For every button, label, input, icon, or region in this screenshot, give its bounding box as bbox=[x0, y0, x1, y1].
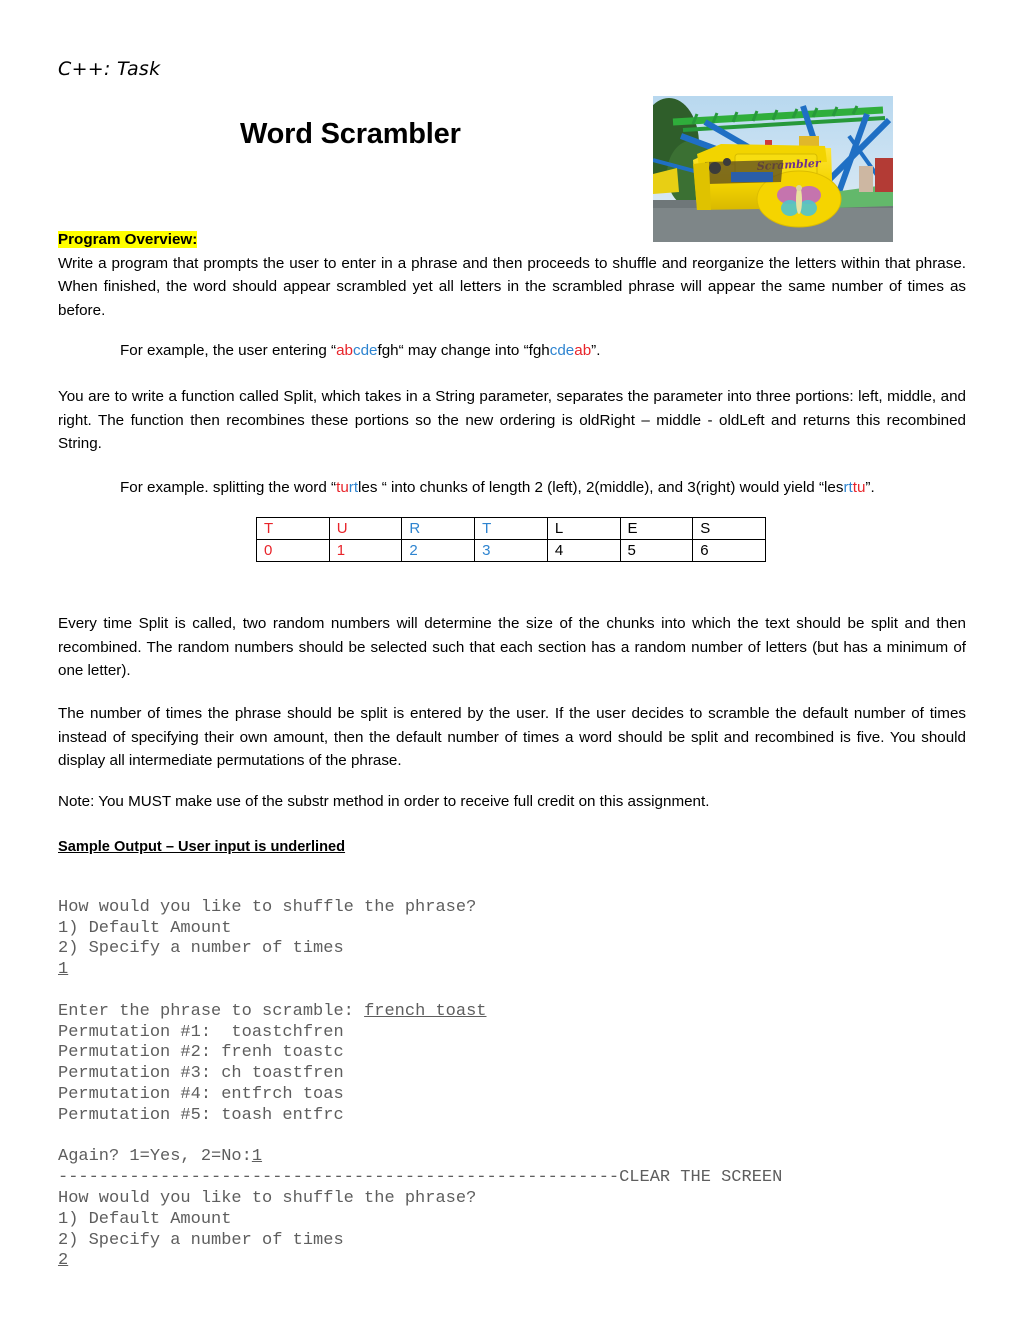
split-function-paragraph: You are to write a function called Split… bbox=[58, 388, 966, 452]
example-two-word-black: les bbox=[358, 479, 378, 496]
example-one-input-blue: cde bbox=[353, 342, 378, 359]
console-permutation-3: Permutation #3: ch toastfren bbox=[58, 1064, 344, 1084]
example-two-word-red: tu bbox=[336, 479, 349, 496]
table-cell-letter-5: E bbox=[619, 517, 694, 540]
substr-note-paragraph: Note: You MUST make use of the substr me… bbox=[58, 793, 710, 810]
console-user-input-shuffle-choice-2: 2 bbox=[58, 1251, 69, 1271]
example-two-result-red: tu bbox=[852, 479, 866, 496]
letter-value: L bbox=[554, 520, 564, 537]
console-permutation-4: Permutation #4: entfrch toas bbox=[58, 1084, 344, 1104]
table-cell-letter-0: T bbox=[256, 517, 330, 540]
index-value: 0 bbox=[264, 542, 273, 559]
example-two-middle: “ into chunks of length 2 (left), 2(midd… bbox=[377, 479, 844, 496]
console-permutation-1: Permutation #1: toastchfren bbox=[58, 1022, 344, 1042]
program-overview-block: Program Overview: Write a program that p… bbox=[58, 228, 966, 322]
table-cell-letter-4: L bbox=[546, 517, 621, 540]
letter-value: R bbox=[409, 520, 421, 537]
program-overview-heading: Program Overview: bbox=[58, 231, 198, 248]
table-cell-letter-2: R bbox=[401, 517, 476, 540]
example-two-block: For example. splitting the word “turtles… bbox=[58, 476, 966, 500]
console-user-input-phrase: french toast bbox=[364, 1001, 487, 1021]
console-permutation-5: Permutation #5: toash entfrc bbox=[58, 1105, 344, 1125]
console-line-13: How would you like to shuffle the phrase… bbox=[58, 1188, 477, 1208]
document-page: C++: Task Word Scrambler Scrambler Progr… bbox=[0, 0, 1020, 1320]
page-title: Word Scrambler bbox=[240, 118, 461, 150]
console-permutation-2: Permutation #2: frenh toastc bbox=[58, 1043, 344, 1063]
table-cell-letter-3: T bbox=[474, 517, 548, 540]
index-value: 1 bbox=[336, 542, 346, 559]
table-cell-index-4: 4 bbox=[546, 539, 621, 562]
example-one-middle: “ may change into “fgh bbox=[398, 342, 550, 359]
table-cell-letter-6: S bbox=[692, 517, 766, 540]
console-line-3: 2) Specify a number of times bbox=[58, 939, 344, 959]
index-value: 2 bbox=[409, 542, 418, 559]
table-cell-letter-1: U bbox=[328, 517, 403, 540]
letter-value: E bbox=[627, 520, 638, 537]
sample-output-heading: Sample Output – User input is underlined bbox=[58, 839, 346, 855]
example-one-input-red: ab bbox=[336, 342, 354, 359]
table-cell-index-3: 3 bbox=[474, 539, 548, 562]
index-value: 6 bbox=[700, 542, 709, 559]
console-line-2: 1) Default Amount bbox=[58, 918, 232, 938]
letter-value: S bbox=[700, 520, 711, 537]
index-value: 5 bbox=[627, 542, 636, 559]
index-value: 3 bbox=[482, 542, 491, 559]
example-one-output-blue: cde bbox=[549, 342, 575, 359]
sample-console-output: How would you like to shuffle the phrase… bbox=[58, 877, 782, 1293]
letter-index-table: T U R T L E S 0 1 2 3 4 5 6 bbox=[256, 517, 766, 562]
example-two-lead: For example. splitting the word “ bbox=[120, 479, 337, 496]
console-line-1: How would you like to shuffle the phrase… bbox=[58, 897, 477, 917]
letter-value: U bbox=[336, 520, 348, 537]
letter-value: T bbox=[264, 520, 274, 537]
example-one-input-black: fgh bbox=[377, 342, 399, 359]
example-one-lead: For example, the user entering “ bbox=[120, 342, 337, 359]
table-row-indices: 0 1 2 3 4 5 6 bbox=[256, 539, 766, 562]
example-two-result-blue: rt bbox=[843, 479, 853, 496]
table-cell-index-5: 5 bbox=[619, 539, 694, 562]
scrambler-ride-illustration: Scrambler bbox=[653, 96, 893, 242]
console-prompt-again: Again? 1=Yes, 2=No: bbox=[58, 1147, 252, 1167]
console-blank-line-2 bbox=[58, 1127, 782, 1148]
program-overview-paragraph: Write a program that prompts the user to… bbox=[58, 254, 966, 319]
random-numbers-paragraph: Every time Split is called, two random n… bbox=[58, 615, 966, 679]
example-one-line: For example, the user entering “abcdefgh… bbox=[120, 339, 966, 363]
letter-value: T bbox=[482, 520, 492, 537]
console-line-14: 1) Default Amount bbox=[58, 1209, 232, 1229]
console-clear-screen-label: CLEAR THE SCREEN bbox=[619, 1168, 783, 1188]
table-cell-index-1: 1 bbox=[328, 539, 403, 562]
table-cell-index-0: 0 bbox=[256, 539, 330, 562]
table-cell-index-2: 2 bbox=[401, 539, 476, 562]
scrambler-ride-photo: Scrambler bbox=[653, 96, 893, 242]
index-value: 4 bbox=[554, 542, 564, 559]
console-line-15: 2) Specify a number of times bbox=[58, 1230, 344, 1250]
example-one-tail: ”. bbox=[591, 342, 601, 359]
console-user-input-shuffle-choice-1: 1 bbox=[58, 960, 69, 980]
example-two-tail: ”. bbox=[865, 479, 875, 496]
table-row-letters: T U R T L E S bbox=[256, 517, 766, 540]
table-cell-index-6: 6 bbox=[692, 539, 766, 562]
console-prompt-enter-phrase: Enter the phrase to scramble: bbox=[58, 1001, 365, 1021]
console-user-input-again: 1 bbox=[251, 1147, 263, 1167]
number-of-times-paragraph: The number of times the phrase should be… bbox=[58, 705, 966, 769]
example-two-word-blue: rt bbox=[348, 479, 359, 496]
console-separator-dashes: ----------------------------------------… bbox=[58, 1168, 620, 1188]
document-kicker: C++: Task bbox=[58, 58, 161, 80]
example-one-output-red: ab bbox=[574, 342, 592, 359]
